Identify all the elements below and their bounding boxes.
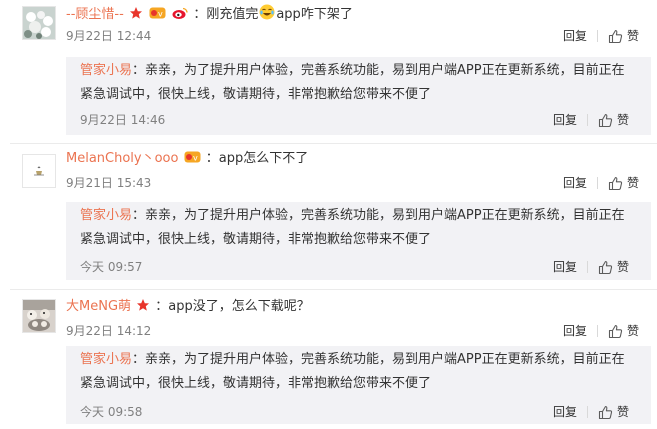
reply-content: 管家小易：亲亲，为了提升用户体验，完善系统功能，易到用户端APP正在更新系统，目… — [80, 204, 637, 252]
like-label: 赞 — [626, 29, 639, 43]
comment-item: 大MeNG萌 ：app没了，怎么下载呢？ 9月22日 14:12 回复 赞 管家… — [0, 290, 657, 429]
like-label: 赞 — [616, 113, 629, 127]
avatar[interactable] — [22, 6, 56, 40]
action-divider — [596, 30, 598, 42]
reply-button[interactable]: 回复 — [563, 28, 587, 44]
like-label: 赞 — [616, 405, 629, 419]
reply-button[interactable]: 回复 — [553, 404, 577, 420]
comment-text-after: app咋下架了 — [276, 7, 353, 22]
reply-username-link[interactable]: 管家小易 — [80, 352, 132, 367]
action-divider — [596, 177, 598, 189]
comment-text: ：app怎么下不了 — [205, 151, 309, 166]
thumbs-up-icon — [598, 405, 613, 419]
vip-badge-icon: v — [149, 6, 166, 26]
comment-time: 9月21日 15:43 — [66, 176, 152, 190]
svg-text:v: v — [193, 154, 198, 163]
action-divider — [586, 406, 588, 418]
reply-box: 管家小易：亲亲，为了提升用户体验，完善系统功能，易到用户端APP正在更新系统，目… — [66, 57, 651, 135]
comment-time: 9月22日 12:44 — [66, 29, 152, 43]
like-button[interactable]: 赞 — [598, 259, 629, 275]
reply-username-link[interactable]: 管家小易 — [80, 63, 132, 78]
reply-text: ：亲亲，为了提升用户体验，完善系统功能，易到用户端APP正在更新系统，目前正在紧… — [80, 352, 625, 391]
comment-text: ：刚充值完 — [193, 7, 259, 22]
reply-time: 9月22日 14:46 — [80, 113, 166, 127]
action-divider — [596, 325, 598, 337]
reply-content: 管家小易：亲亲，为了提升用户体验，完善系统功能，易到用户端APP正在更新系统，目… — [80, 348, 637, 396]
reply-actions: 回复 赞 — [553, 404, 629, 420]
comment-item: --顾尘惜-- v ：刚充值完 app咋下架了 9月22日 12:44 回复 赞 … — [0, 0, 657, 145]
avatar[interactable] — [22, 154, 56, 188]
thumbs-up-icon — [598, 260, 613, 274]
like-button[interactable]: 赞 — [598, 112, 629, 128]
username-link[interactable]: 大MeNG萌 — [66, 299, 131, 314]
reply-button[interactable]: 回复 — [563, 323, 587, 339]
thumbs-up-icon — [608, 29, 623, 43]
comment-content: --顾尘惜-- v ：刚充值完 app咋下架了 — [66, 4, 353, 26]
reply-content: 管家小易：亲亲，为了提升用户体验，完善系统功能，易到用户端APP正在更新系统，目… — [80, 59, 637, 107]
reply-button[interactable]: 回复 — [553, 259, 577, 275]
reply-text: ：亲亲，为了提升用户体验，完善系统功能，易到用户端APP正在更新系统，目前正在紧… — [80, 63, 625, 102]
reply-time: 今天 09:58 — [80, 405, 143, 419]
avatar[interactable] — [22, 299, 56, 333]
reply-button[interactable]: 回复 — [563, 175, 587, 191]
like-label: 赞 — [616, 260, 629, 274]
comment-time: 9月22日 14:12 — [66, 324, 152, 338]
comment-actions: 回复 赞 — [563, 323, 639, 339]
reply-box: 管家小易：亲亲，为了提升用户体验，完善系统功能，易到用户端APP正在更新系统，目… — [66, 202, 651, 280]
laughing-crying-emoji-icon — [259, 4, 275, 26]
action-divider — [586, 114, 588, 126]
comment-content: 大MeNG萌 ：app没了，怎么下载呢？ — [66, 298, 310, 318]
reply-button[interactable]: 回复 — [553, 112, 577, 128]
comment-text: ：app没了，怎么下载呢？ — [155, 299, 310, 314]
svg-text:v: v — [158, 10, 163, 19]
star-badge-icon — [136, 298, 150, 318]
reply-actions: 回复 赞 — [553, 112, 629, 128]
like-button[interactable]: 赞 — [598, 404, 629, 420]
weibo-logo-icon — [172, 6, 188, 26]
reply-text: ：亲亲，为了提升用户体验，完善系统功能，易到用户端APP正在更新系统，目前正在紧… — [80, 208, 625, 247]
like-label: 赞 — [626, 176, 639, 190]
comment-actions: 回复 赞 — [563, 28, 639, 44]
like-button[interactable]: 赞 — [608, 323, 639, 339]
thumbs-up-icon — [608, 176, 623, 190]
like-button[interactable]: 赞 — [608, 28, 639, 44]
comment-actions: 回复 赞 — [563, 175, 639, 191]
reply-time: 今天 09:57 — [80, 260, 143, 274]
comment-item: MelanCholy丶ooo v ：app怎么下不了 9月21日 15:43 回… — [0, 144, 657, 286]
comment-content: MelanCholy丶ooo v ：app怎么下不了 — [66, 150, 308, 170]
star-badge-icon — [129, 6, 143, 26]
thumbs-up-icon — [608, 324, 623, 338]
username-link[interactable]: MelanCholy丶ooo — [66, 151, 178, 166]
reply-actions: 回复 赞 — [553, 259, 629, 275]
username-link[interactable]: --顾尘惜-- — [66, 7, 124, 22]
reply-box: 管家小易：亲亲，为了提升用户体验，完善系统功能，易到用户端APP正在更新系统，目… — [66, 346, 651, 424]
vip-badge-icon: v — [184, 150, 201, 170]
reply-username-link[interactable]: 管家小易 — [80, 208, 132, 223]
like-label: 赞 — [626, 324, 639, 338]
thumbs-up-icon — [598, 113, 613, 127]
action-divider — [586, 261, 588, 273]
comment-list: --顾尘惜-- v ：刚充值完 app咋下架了 9月22日 12:44 回复 赞 … — [0, 0, 657, 429]
like-button[interactable]: 赞 — [608, 175, 639, 191]
